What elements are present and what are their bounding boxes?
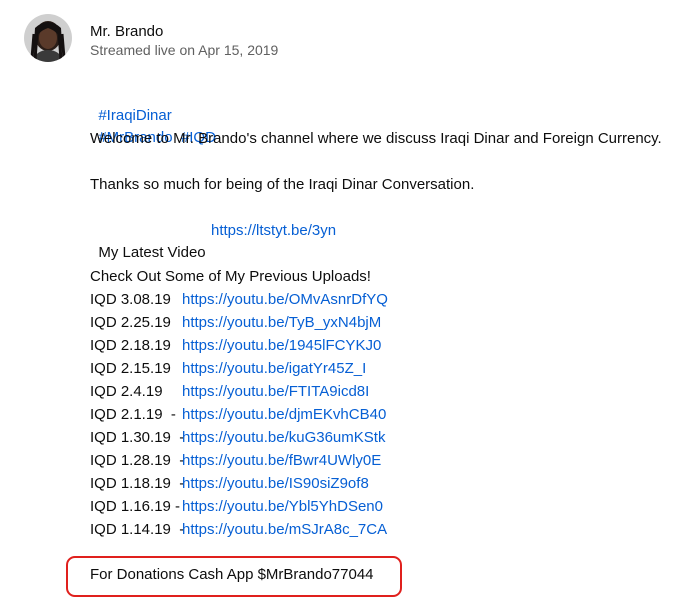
- upload-date-label: IQD 1.16.19 -: [90, 498, 181, 515]
- upload-row: IQD 2.15.19 https://youtu.be/igatYr45Z_I: [90, 358, 366, 380]
- upload-link[interactable]: https://youtu.be/fBwr4UWly0E: [182, 450, 381, 472]
- avatar-image: [24, 14, 72, 62]
- welcome-text: Welcome to Mr. Brando's channel where we…: [90, 130, 662, 147]
- upload-link[interactable]: https://youtu.be/djmEKvhCB40: [182, 404, 386, 426]
- upload-link[interactable]: https://youtu.be/igatYr45Z_I: [182, 358, 366, 380]
- upload-row: IQD 1.28.19 - https://youtu.be/fBwr4UWly0…: [90, 450, 381, 472]
- upload-link[interactable]: https://youtu.be/kuG36umKStk: [182, 427, 385, 449]
- upload-date-label: IQD 2.25.19: [90, 314, 171, 331]
- channel-name[interactable]: Mr. Brando: [90, 22, 163, 42]
- upload-date-label: IQD 2.4.19: [90, 383, 163, 400]
- upload-date-label: IQD 1.14.19 -: [90, 521, 185, 538]
- upload-link[interactable]: https://youtu.be/IS90siZ9of8: [182, 473, 369, 495]
- stream-date: Streamed live on Apr 15, 2019: [90, 42, 279, 58]
- upload-date-label: IQD 2.1.19 -: [90, 406, 176, 423]
- upload-row: IQD 3.08.19 https://youtu.be/OMvAsnrDfYQ: [90, 289, 388, 311]
- previous-uploads-heading: Check Out Some of My Previous Uploads!: [90, 268, 371, 285]
- upload-row: IQD 2.1.19 - https://youtu.be/djmEKvhCB40: [90, 404, 386, 426]
- upload-date-label: IQD 2.18.19: [90, 337, 171, 354]
- upload-link[interactable]: https://youtu.be/OMvAsnrDfYQ: [182, 289, 388, 311]
- upload-row: IQD 1.18.19 - https://youtu.be/IS90siZ9of…: [90, 473, 369, 495]
- upload-row: IQD 2.18.19 https://youtu.be/1945lFCYKJ0: [90, 335, 381, 357]
- upload-link[interactable]: https://youtu.be/Ybl5YhDSen0: [182, 496, 383, 518]
- donation-text: For Donations Cash App $MrBrando77044: [90, 566, 374, 583]
- thanks-text: Thanks so much for being of the Iraqi Di…: [90, 176, 475, 193]
- upload-row: IQD 2.25.19 https://youtu.be/TyB_yxN4bjM: [90, 312, 381, 334]
- latest-video-line: My Latest Video https://ltstyt.be/3yn: [90, 220, 336, 261]
- upload-link[interactable]: https://youtu.be/mSJrA8c_7CA: [182, 519, 387, 541]
- channel-avatar[interactable]: [24, 14, 72, 62]
- upload-link[interactable]: https://youtu.be/TyB_yxN4bjM: [182, 312, 381, 334]
- latest-video-label: My Latest Video: [98, 244, 206, 261]
- upload-row: IQD 1.16.19 - https://youtu.be/Ybl5YhDSen…: [90, 496, 383, 518]
- upload-date-label: IQD 3.08.19: [90, 291, 171, 308]
- hashtags-line: #IraqiDinar #MrBrando #IQD: [90, 83, 216, 146]
- upload-row: IQD 2.4.19 https://youtu.be/FTITA9icd8I: [90, 381, 369, 403]
- upload-row: IQD 1.30.19 - https://youtu.be/kuG36umKSt…: [90, 427, 385, 449]
- upload-date-label: IQD 1.30.19 -: [90, 429, 185, 446]
- upload-row: IQD 1.14.19 - https://youtu.be/mSJrA8c_7C…: [90, 519, 387, 541]
- upload-date-label: IQD 2.15.19: [90, 360, 171, 377]
- upload-date-label: IQD 1.28.19 -: [90, 452, 185, 469]
- hashtag-iraqidinar[interactable]: #IraqiDinar: [98, 107, 171, 124]
- upload-link[interactable]: https://youtu.be/FTITA9icd8I: [182, 381, 369, 403]
- latest-video-link[interactable]: https://ltstyt.be/3yn: [211, 220, 336, 242]
- upload-date-label: IQD 1.18.19 -: [90, 475, 185, 492]
- upload-link[interactable]: https://youtu.be/1945lFCYKJ0: [182, 335, 381, 357]
